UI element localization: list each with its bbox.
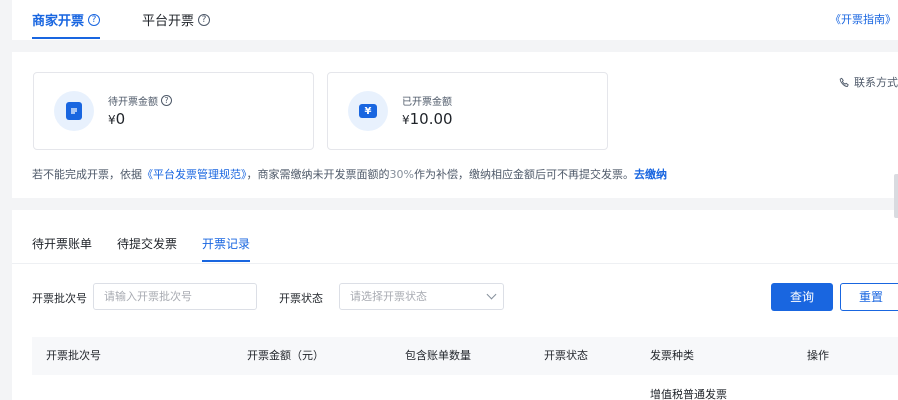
tab-invoice-records[interactable]: 开票记录 [202, 235, 251, 262]
invoice-guide-link[interactable]: 《开票指南》 [830, 11, 896, 27]
contact-link[interactable]: 联系方式 [839, 74, 898, 90]
tab-platform-invoicing[interactable]: 平台开票 ? [142, 10, 211, 29]
column-header: 操作 [807, 349, 829, 362]
query-button[interactable]: 查询 [771, 283, 833, 311]
document-icon [54, 91, 94, 131]
batch-number-label: 开票批次号 [32, 292, 87, 305]
sub-tab-bar: 待开票账单 待提交发票 开票记录 [12, 210, 898, 264]
help-icon[interactable]: ? [198, 13, 211, 26]
document-lines-icon [71, 108, 77, 114]
batch-number-input[interactable]: 请输入开票批次号 [93, 283, 257, 310]
invoice-type-cell: 增值税普通发票 [650, 388, 727, 400]
pending-amount-card: 待开票金额 ? ¥0 [33, 72, 314, 150]
pay-link[interactable]: 去缴纳 [634, 168, 667, 181]
table-header: 开票批次号 开票金额（元） 包含账单数量 开票状态 发票种类 操作 [32, 337, 898, 375]
reset-button[interactable]: 重置 [840, 283, 898, 311]
invoiced-amount-value: ¥10.00 [402, 110, 453, 128]
tab-pending-bills[interactable]: 待开票账单 [32, 235, 92, 252]
column-header: 开票批次号 [46, 349, 101, 362]
yen-ticket-icon: ¥ [348, 91, 388, 131]
status-label: 开票状态 [279, 292, 323, 305]
summary-panel: 待开票金额 ? ¥0 ¥ 已开票金额 ¥10.00 联系方式 若不能完成开票，依… [12, 52, 898, 198]
records-panel: 待开票账单 待提交发票 开票记录 开票批次号 请输入开票批次号 开票状态 请选择… [12, 210, 898, 400]
tab-merchant-invoicing[interactable]: 商家开票 ? [32, 10, 101, 39]
invoiced-amount-label: 已开票金额 [402, 97, 452, 108]
chevron-down-icon [486, 289, 497, 300]
phone-icon [839, 77, 849, 87]
column-header: 发票种类 [650, 349, 694, 362]
compensation-notice: 若不能完成开票，依据《平台发票管理规范》，商家需缴纳未开发票面额的30%作为补偿… [32, 168, 667, 181]
pending-amount-label: 待开票金额 ? [108, 93, 172, 108]
help-icon[interactable]: ? [88, 13, 101, 26]
help-icon[interactable]: ? [161, 95, 172, 106]
tab-label: 平台开票 [142, 14, 195, 29]
invoiced-amount-card: ¥ 已开票金额 ¥10.00 [327, 72, 608, 150]
top-tab-bar: 商家开票 ? 平台开票 ? 《开票指南》 [12, 0, 898, 40]
table-row: 增值税普通发票 [32, 375, 898, 400]
tab-label: 商家开票 [32, 14, 85, 29]
side-drawer-handle[interactable] [894, 174, 898, 218]
policy-link[interactable]: 《平台发票管理规范》 [142, 168, 247, 181]
column-header: 包含账单数量 [405, 349, 471, 362]
pending-amount-value: ¥0 [108, 110, 126, 128]
column-header: 开票金额（元） [247, 349, 324, 362]
column-header: 开票状态 [544, 349, 588, 362]
status-select[interactable]: 请选择开票状态 [339, 283, 504, 310]
tab-pending-invoices[interactable]: 待提交发票 [117, 235, 177, 252]
